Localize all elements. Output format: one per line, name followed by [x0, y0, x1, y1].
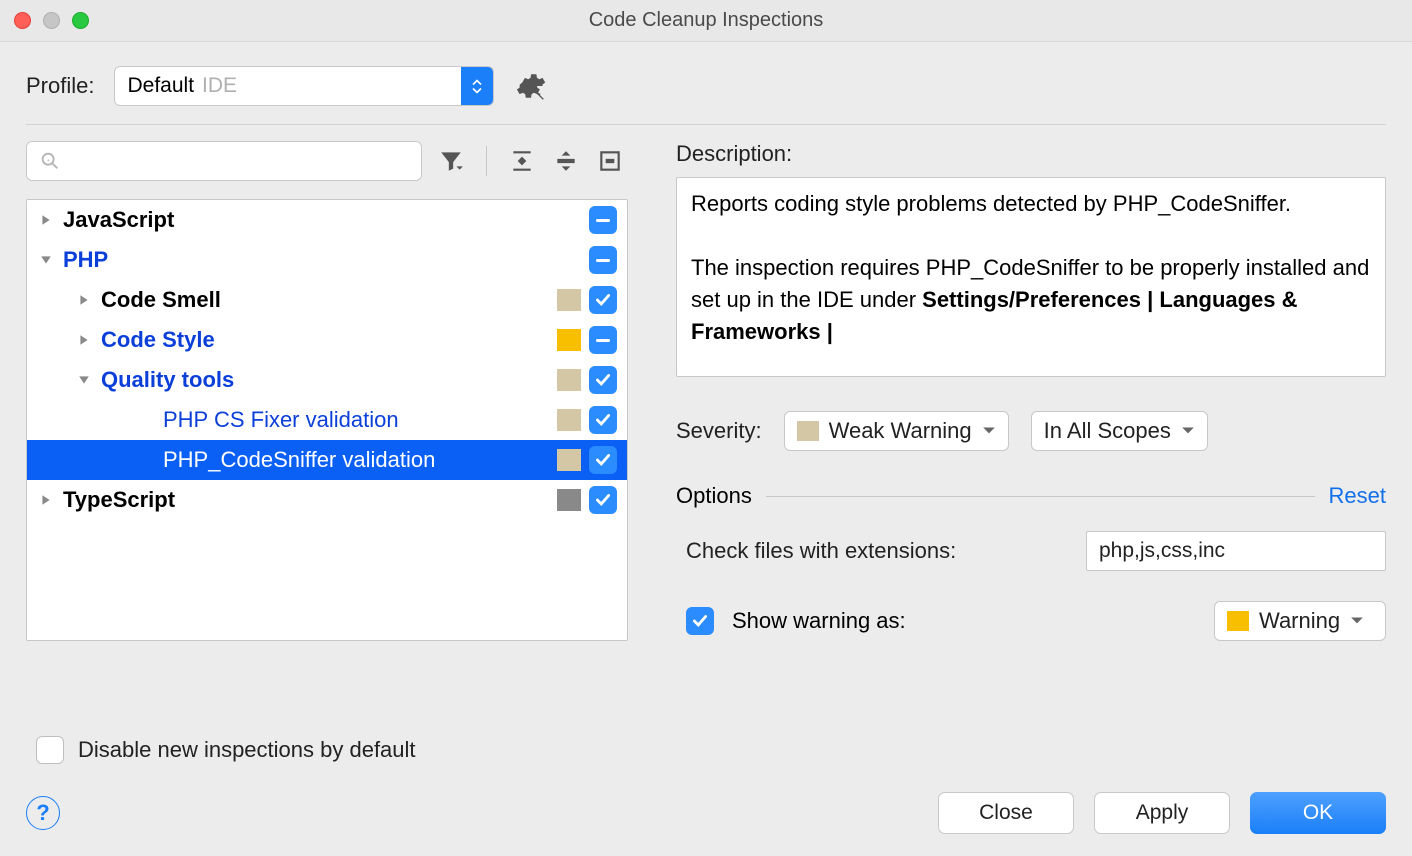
options-header: Options Reset [676, 483, 1386, 509]
minimize-window-icon[interactable] [43, 12, 60, 29]
chevron-right-icon[interactable] [37, 494, 55, 506]
tree-item[interactable]: TypeScript [27, 480, 627, 520]
warning-combo-text: Warning [1259, 608, 1340, 634]
right-pane: Description: Reports coding style proble… [676, 141, 1386, 641]
severity-swatch [557, 329, 581, 351]
options-title: Options [676, 483, 752, 509]
profile-select[interactable]: Default IDE [114, 66, 494, 106]
chevron-right-icon[interactable] [75, 334, 93, 346]
extensions-label: Check files with extensions: [676, 538, 1068, 564]
gear-icon[interactable] [514, 70, 546, 102]
tree-item[interactable]: Code Smell [27, 280, 627, 320]
disable-new-checkbox[interactable] [36, 736, 64, 764]
close-button[interactable]: Close [938, 792, 1074, 834]
chevron-down-icon [1181, 426, 1195, 436]
severity-swatch [557, 289, 581, 311]
profile-row: Profile: Default IDE [0, 42, 1412, 124]
chevron-down-icon [1350, 616, 1364, 626]
disable-label: Disable new inspections by default [78, 737, 416, 763]
show-warning-checkbox[interactable] [686, 607, 714, 635]
disable-row: Disable new inspections by default [26, 736, 1386, 764]
severity-swatch [557, 409, 581, 431]
bottom-bar: Disable new inspections by default ? Clo… [0, 716, 1412, 856]
search-icon [39, 150, 61, 172]
apply-button[interactable]: Apply [1094, 792, 1230, 834]
warning-swatch [1227, 611, 1249, 631]
expand-all-icon[interactable] [509, 148, 535, 174]
description-text: Reports coding style problems detected b… [691, 188, 1371, 220]
options-divider [766, 496, 1315, 497]
window-title: Code Cleanup Inspections [589, 9, 824, 32]
show-all-icon[interactable] [597, 148, 623, 174]
show-warning-label: Show warning as: [732, 608, 1196, 634]
tree-item[interactable]: PHP [27, 240, 627, 280]
titlebar: Code Cleanup Inspections [0, 0, 1412, 42]
tree-item[interactable]: PHP_CodeSniffer validation [27, 440, 627, 480]
severity-swatch [557, 489, 581, 511]
separator [486, 146, 487, 176]
inspection-checkbox[interactable] [589, 366, 617, 394]
tree-item[interactable]: Quality tools [27, 360, 627, 400]
severity-level-text: Weak Warning [829, 418, 972, 444]
severity-swatch [557, 369, 581, 391]
tree-item-label: PHP CS Fixer validation [155, 407, 557, 433]
traffic-lights [14, 12, 89, 29]
description-text2: The inspection requires PHP_CodeSniffer … [691, 252, 1371, 348]
inspection-checkbox[interactable] [589, 446, 617, 474]
left-pane: JavaScript PHP Code Smell Code Style Quality… [26, 141, 628, 641]
chevron-down-icon [982, 426, 996, 436]
toolbar-icons [424, 146, 623, 176]
chevron-down-icon[interactable] [75, 374, 93, 386]
inspection-checkbox[interactable] [589, 326, 617, 354]
collapse-all-icon[interactable] [553, 148, 579, 174]
updown-icon [461, 67, 493, 105]
chevron-right-icon[interactable] [75, 294, 93, 306]
tree-item-label: PHP [55, 247, 589, 273]
severity-level-combo[interactable]: Weak Warning [784, 411, 1009, 451]
search-row [26, 141, 628, 181]
inspection-tree[interactable]: JavaScript PHP Code Smell Code Style Quality… [26, 199, 628, 641]
extensions-row: Check files with extensions: php,js,css,… [676, 531, 1386, 571]
description-label: Description: [676, 141, 1386, 167]
ok-button[interactable]: OK [1250, 792, 1386, 834]
tree-item-label: JavaScript [55, 207, 589, 233]
help-icon[interactable]: ? [26, 796, 60, 830]
chevron-down-icon[interactable] [37, 254, 55, 266]
inspection-checkbox[interactable] [589, 406, 617, 434]
severity-scope-combo[interactable]: In All Scopes [1031, 411, 1208, 451]
inspection-checkbox[interactable] [589, 246, 617, 274]
button-row: ? Close Apply OK [26, 792, 1386, 834]
severity-swatch [797, 421, 819, 441]
filter-icon[interactable] [438, 148, 464, 174]
tree-item[interactable]: PHP CS Fixer validation [27, 400, 627, 440]
maximize-window-icon[interactable] [72, 12, 89, 29]
severity-scope-text: In All Scopes [1044, 418, 1171, 444]
warning-combo[interactable]: Warning [1214, 601, 1386, 641]
chevron-right-icon[interactable] [37, 214, 55, 226]
severity-swatch [557, 449, 581, 471]
tree-item-label: PHP_CodeSniffer validation [155, 447, 557, 473]
profile-label: Profile: [26, 73, 94, 99]
severity-row: Severity: Weak Warning In All Scopes [676, 411, 1386, 451]
show-warning-row: Show warning as: Warning [676, 601, 1386, 641]
tree-item-label: Code Smell [93, 287, 557, 313]
search-input[interactable] [26, 141, 422, 181]
extensions-input[interactable]: php,js,css,inc [1086, 531, 1386, 571]
tree-item-label: Code Style [93, 327, 557, 353]
inspection-checkbox[interactable] [589, 206, 617, 234]
profile-scope: IDE [194, 74, 237, 98]
reset-link[interactable]: Reset [1329, 483, 1386, 509]
tree-item-label: Quality tools [93, 367, 557, 393]
description-box: Reports coding style problems detected b… [676, 177, 1386, 377]
severity-label: Severity: [676, 418, 762, 444]
inspection-checkbox[interactable] [589, 286, 617, 314]
close-window-icon[interactable] [14, 12, 31, 29]
buttons: Close Apply OK [938, 792, 1386, 834]
tree-item-label: TypeScript [55, 487, 557, 513]
tree-item[interactable]: Code Style [27, 320, 627, 360]
check-icon [691, 612, 709, 630]
profile-value: Default [115, 74, 194, 98]
tree-item[interactable]: JavaScript [27, 200, 627, 240]
inspection-checkbox[interactable] [589, 486, 617, 514]
